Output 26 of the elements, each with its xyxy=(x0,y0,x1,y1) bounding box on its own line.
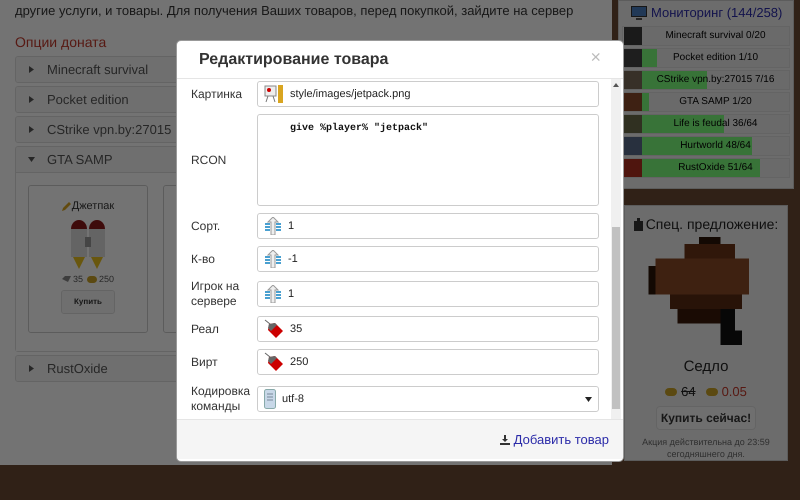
field-label: Реал xyxy=(191,322,220,336)
virt-price: 250 xyxy=(98,272,114,286)
real-price: 35 xyxy=(72,272,83,286)
server-status: CStrike vpn.by:27015 7/16 xyxy=(656,72,776,86)
server-status: RustOxide 51/64 xyxy=(677,160,754,174)
offer-note: Акция действительна до 23:59 сегодняшнего дня. xyxy=(641,436,771,460)
server-status: Pocket edition 1/10 xyxy=(672,50,760,64)
field-label: Игрок на сервере xyxy=(191,279,240,309)
product-name: Джетпак xyxy=(72,199,114,214)
field-label: Картинка xyxy=(191,86,244,102)
server-status: Hurtworld 48/64 xyxy=(679,138,752,152)
server-status: GTA SAMP 1/20 xyxy=(678,94,753,108)
dialog-title: Редактирование товара xyxy=(199,50,388,70)
offer-item-name: Седло xyxy=(684,356,728,376)
old-price: 64 xyxy=(681,383,696,401)
field-label: К-во xyxy=(191,252,216,266)
field-label: RCON xyxy=(191,152,228,168)
field-label: Вирт xyxy=(191,354,219,370)
new-price: 0.05 xyxy=(722,383,747,401)
field-label: Сорт. xyxy=(191,218,222,234)
section-title: Опции доната xyxy=(15,33,106,52)
server-status: Life is feudal 36/64 xyxy=(672,116,758,130)
server-status: Minecraft survival 0/20 xyxy=(664,28,767,42)
field-label: Кодировка команды xyxy=(191,384,252,414)
offer-title: Спец. предложение: xyxy=(646,214,778,234)
intro-text: другие услуги, и товары. Для получения Ваших товаров, перед покупкой, зайдите на сервер xyxy=(15,2,574,20)
